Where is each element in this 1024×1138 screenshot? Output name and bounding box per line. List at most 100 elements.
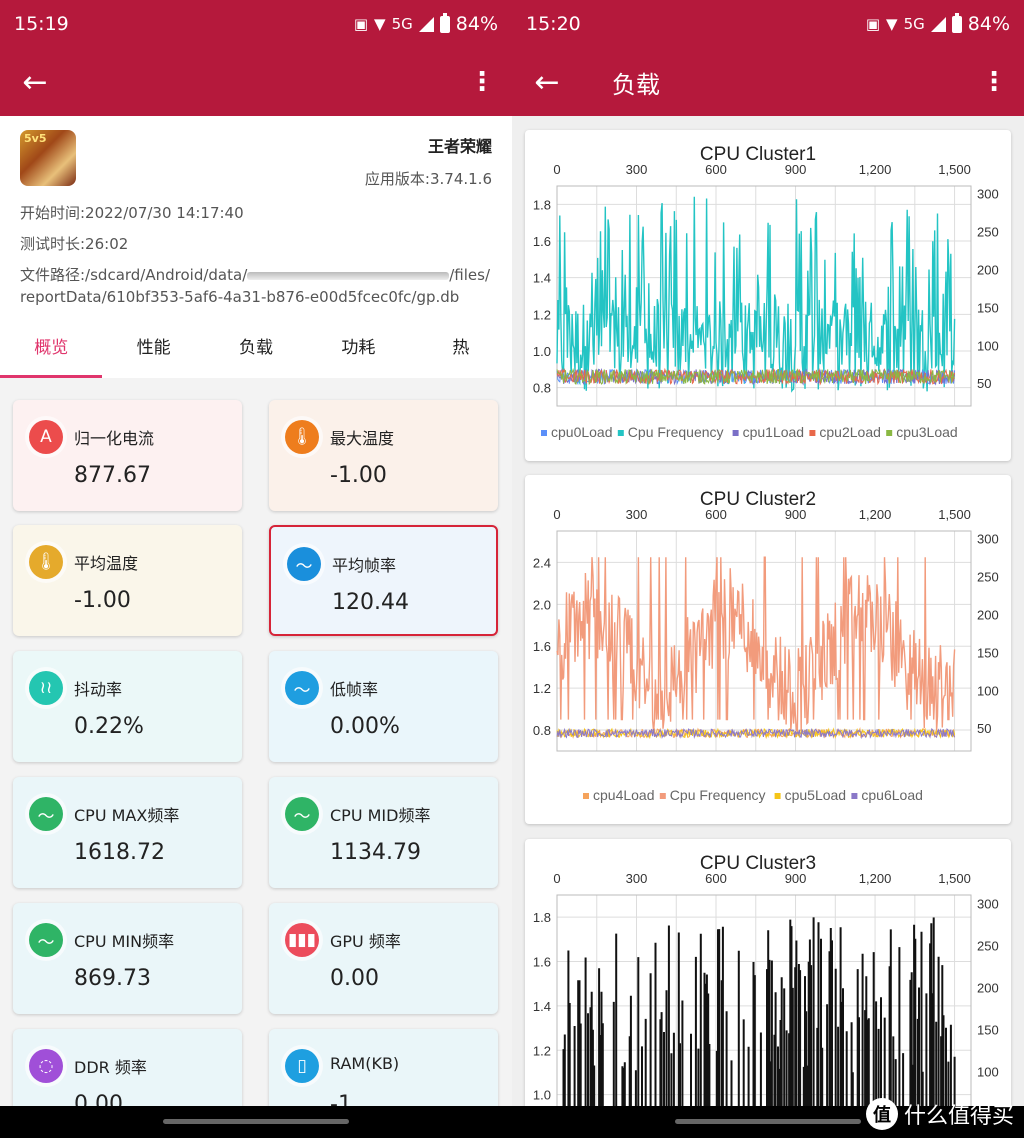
x-tick-label: 600 — [705, 507, 727, 522]
y-right-tick-label: 150 — [977, 300, 999, 315]
metric-card[interactable]: 🌡 最大温度 -1.00 — [269, 400, 498, 511]
legend-label: cpu4Load — [593, 787, 655, 803]
more-menu-icon[interactable]: ⋮ — [964, 67, 1024, 97]
metric-card[interactable]: 🌡 平均温度 -1.00 — [13, 525, 242, 636]
y-right-tick-label: 250 — [977, 938, 999, 953]
metric-card[interactable]: 〜 CPU MAX频率 1618.72 — [13, 777, 242, 888]
sim-icon: ▣ — [353, 15, 369, 33]
status-time: 15:19 — [14, 13, 69, 35]
x-tick-label: 0 — [553, 162, 560, 177]
tab-load[interactable]: 负载 — [205, 322, 307, 378]
metric-cards-grid: A 归一化电流 877.67 🌡 最大温度 -1.00 🌡 平均温度 -1.00 〜平均帧率 120… — [0, 378, 512, 1138]
metric-card[interactable]: A 归一化电流 877.67 — [13, 400, 242, 511]
metric-label: CPU MID频率 — [330, 806, 431, 825]
metric-card[interactable]: 〜平均帧率 120.44 — [269, 525, 498, 636]
app-bar: ← ⋮ — [0, 48, 512, 116]
x-tick-label: 300 — [626, 871, 648, 886]
overview-screen: 15:19 ▣ ▼ 5G 84% ← ⋮ 5v5 王者荣耀 应用版本:3.74.… — [0, 0, 512, 1138]
metric-value: -1.00 — [74, 588, 131, 613]
back-arrow-icon[interactable]: ← — [512, 65, 582, 100]
y-right-tick-label: 250 — [977, 570, 999, 585]
y-right-tick-label: 200 — [977, 607, 999, 622]
metric-label: GPU 频率 — [330, 932, 401, 951]
watermark: 值 什么值得买 — [865, 1098, 1014, 1130]
legend-label: cpu0Load — [551, 424, 613, 440]
y-right-tick-label: 300 — [977, 187, 999, 202]
y-left-tick-label: 2.0 — [533, 597, 551, 612]
metric-card[interactable]: 〜低帧率 0.00% — [269, 651, 498, 762]
metric-value: 0.22% — [74, 714, 144, 739]
chart-card-1: CPU Cluster1 0.8 1.0 1.2 1.4 1.6 1.8 50 100 150 20… — [525, 130, 1011, 461]
home-gesture-pill[interactable] — [163, 1119, 349, 1124]
metric-value: 120.44 — [332, 590, 409, 615]
thermometer-icon: 🌡 — [29, 545, 63, 579]
home-gesture-pill[interactable] — [675, 1119, 861, 1124]
file-path: 文件路径:/sdcard/Android/data//files/ report… — [20, 266, 491, 306]
game-name: 王者荣耀 — [427, 137, 492, 156]
tab-overview[interactable]: 概览 — [0, 322, 103, 378]
x-tick-label: 900 — [785, 871, 807, 886]
y-left-tick-label: 1.0 — [533, 344, 551, 359]
metric-value: 0.00 — [330, 966, 379, 991]
chart-svg: CPU Cluster20.81.21.62.02.45010015020025… — [533, 489, 999, 803]
chart-svg: CPU Cluster31.01.21.41.61.85010015020025… — [533, 853, 999, 1138]
legend-swatch — [886, 430, 893, 436]
legend-swatch — [583, 793, 589, 799]
tab-thermal[interactable]: 热 — [410, 322, 512, 378]
legend-swatch — [774, 793, 781, 799]
y-right-tick-label: 150 — [977, 645, 999, 660]
y-right-tick-label: 300 — [977, 532, 999, 547]
metric-label: CPU MAX频率 — [74, 806, 180, 825]
page-title: 负载 — [612, 70, 660, 99]
signal-icon — [418, 16, 434, 32]
more-menu-icon[interactable]: ⋮ — [452, 67, 512, 97]
x-tick-label: 0 — [553, 871, 560, 886]
y-left-tick-label: 1.8 — [533, 197, 551, 212]
tab-power[interactable]: 功耗 — [307, 322, 409, 378]
jitter-icon: ≀≀ — [29, 671, 63, 705]
metric-label: CPU MIN频率 — [74, 932, 175, 951]
metric-card[interactable]: 〜 CPU MID频率 1134.79 — [269, 777, 498, 888]
status-bar: 15:20 ▣ ▼ 5G 84% — [512, 0, 1024, 48]
pulse-icon: 〜 — [285, 797, 319, 831]
legend-swatch — [659, 793, 666, 799]
load-screen: 15:20 ▣ ▼ 5G 84% ← 负载 ⋮ CPU Cluster1 0.8 1… — [512, 0, 1024, 1138]
metric-card[interactable]: ≀≀ 抖动率 0.22% — [13, 651, 242, 762]
phone-icon: ▯ — [285, 1049, 319, 1083]
network-type: 5G — [903, 15, 925, 33]
tab-performance[interactable]: 性能 — [102, 322, 204, 378]
y-left-tick-label: 1.6 — [533, 234, 551, 249]
metric-card[interactable]: ▮▮▮ GPU 频率 0.00 — [269, 903, 498, 1014]
y-left-tick-label: 0.8 — [533, 723, 551, 738]
x-tick-label: 300 — [626, 162, 648, 177]
app-bar: ← 负载 ⋮ — [512, 48, 1024, 116]
legend-label: cpu3Load — [896, 424, 958, 440]
loading-icon: ◌ — [29, 1049, 63, 1083]
metric-label: 最大温度 — [330, 429, 395, 448]
redacted-package — [247, 271, 450, 280]
y-left-tick-label: 1.6 — [533, 955, 551, 970]
x-tick-label: 600 — [705, 162, 727, 177]
watermark-logo: 值 — [865, 1098, 898, 1130]
x-tick-label: 0 — [553, 507, 560, 522]
back-arrow-icon[interactable]: ← — [0, 65, 70, 100]
tab-bar: 概览 性能 负载 功耗 热 — [0, 322, 512, 378]
x-tick-label: 1,200 — [859, 507, 892, 522]
metric-label: 平均帧率 — [332, 556, 397, 575]
metric-value: 0.00% — [330, 714, 400, 739]
sim-icon: ▣ — [865, 15, 881, 33]
y-left-tick-label: 1.2 — [533, 307, 551, 322]
x-tick-label: 1,200 — [859, 871, 892, 886]
x-tick-label: 900 — [785, 162, 807, 177]
wifi-icon: ▼ — [886, 15, 898, 33]
charts-scroll-area[interactable]: CPU Cluster1 0.8 1.0 1.2 1.4 1.6 1.8 50 100 150 20… — [512, 116, 1024, 1138]
pulse-icon: 〜 — [285, 671, 319, 705]
x-tick-label: 900 — [785, 507, 807, 522]
metric-value: 877.67 — [74, 463, 151, 488]
y-left-tick-label: 1.4 — [533, 999, 551, 1014]
chart-svg: CPU Cluster10.81.01.21.41.61.85010015020… — [533, 144, 999, 440]
chart-card-3: CPU Cluster31.01.21.41.61.85010015020025… — [525, 839, 1011, 1138]
metric-label: 低帧率 — [330, 680, 379, 699]
metric-card[interactable]: 〜 CPU MIN频率 869.73 — [13, 903, 242, 1014]
signal-icon — [930, 16, 946, 32]
